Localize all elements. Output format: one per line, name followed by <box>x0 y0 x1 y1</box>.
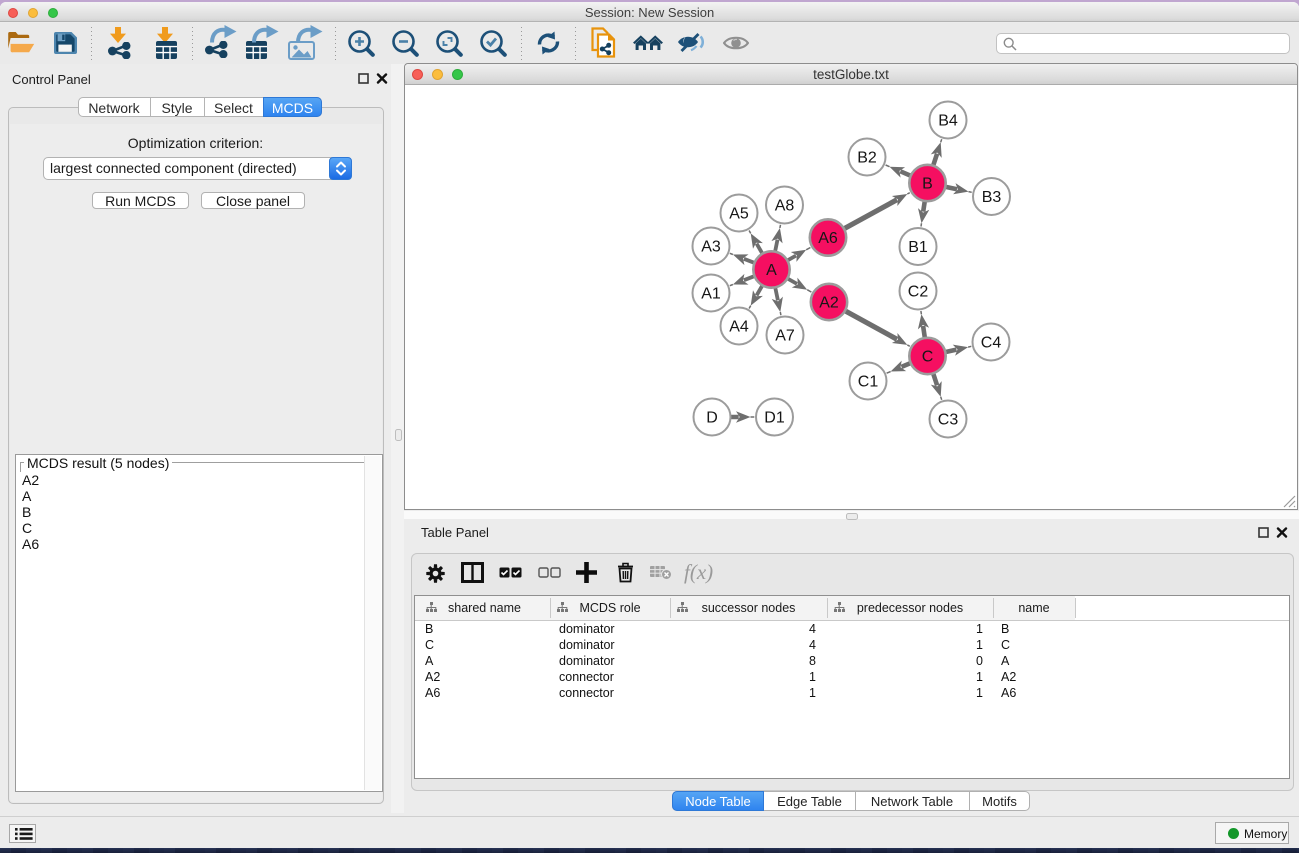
svg-text:A8: A8 <box>775 198 795 215</box>
svg-text:B: B <box>922 176 933 193</box>
svg-text:D: D <box>706 410 718 427</box>
svg-text:B1: B1 <box>908 239 928 256</box>
svg-text:C: C <box>922 349 934 366</box>
svg-text:C4: C4 <box>981 335 1002 352</box>
svg-text:C3: C3 <box>938 412 959 429</box>
svg-text:B3: B3 <box>982 189 1002 206</box>
svg-text:B4: B4 <box>938 113 958 130</box>
svg-text:A2: A2 <box>819 295 839 312</box>
svg-text:A4: A4 <box>729 319 749 336</box>
svg-text:A5: A5 <box>729 206 749 223</box>
svg-text:C2: C2 <box>908 284 929 301</box>
svg-text:A: A <box>766 262 777 279</box>
svg-text:A6: A6 <box>818 230 838 247</box>
svg-text:B2: B2 <box>857 150 877 167</box>
svg-text:A7: A7 <box>775 328 795 345</box>
svg-text:D1: D1 <box>764 410 785 427</box>
svg-text:A1: A1 <box>701 286 721 303</box>
svg-text:C1: C1 <box>858 374 879 391</box>
svg-text:A3: A3 <box>701 239 721 256</box>
